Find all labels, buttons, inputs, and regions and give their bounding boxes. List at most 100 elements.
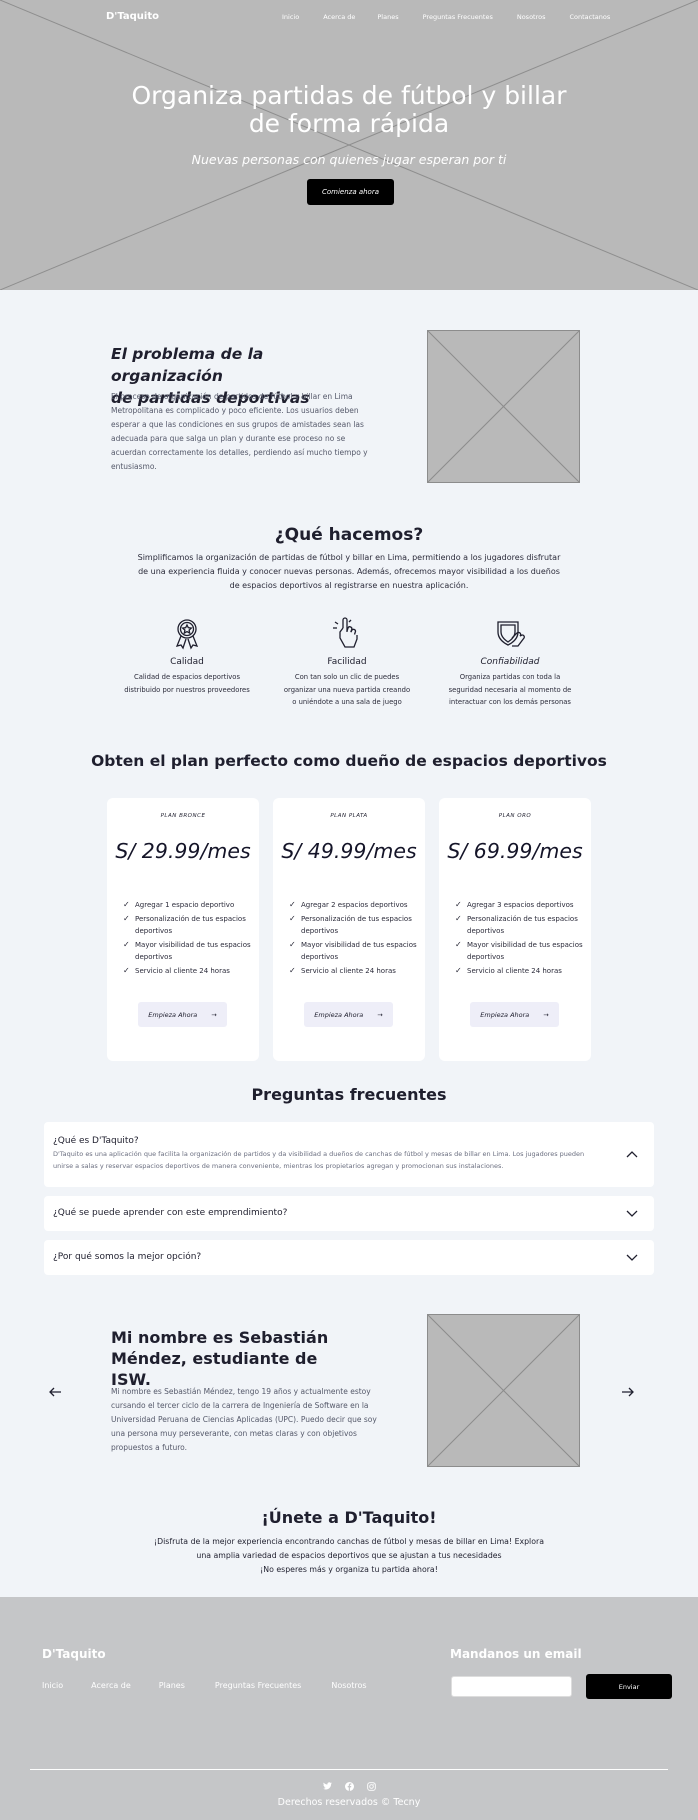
feature-reliability-title: Confiabilidad: [480, 657, 540, 667]
plan-feature: ✓ Personalización de tus espacios deporti…: [455, 913, 578, 936]
what-we-do-title: ¿Qué hacemos?: [274, 525, 424, 545]
join-title: ¡Únete a D'Taquito!: [261, 1508, 437, 1527]
problem-placeholder-image: [427, 330, 580, 483]
email-title: Mandanos un email: [450, 1647, 582, 1661]
check-icon: ✓: [455, 900, 462, 909]
plan-feature: ✓ Servicio al cliente 24 horas: [455, 965, 585, 978]
check-icon: ✓: [123, 913, 130, 923]
nav-link-nosotros[interactable]: Nosotros: [517, 13, 546, 21]
hero-section: D'Taquito Inicio Acerca de Planes Pregun…: [0, 0, 698, 290]
chevron-up-icon[interactable]: [626, 1150, 638, 1158]
bio-text: Mi nombre es Sebastián Méndez, tengo 19 …: [111, 1387, 377, 1452]
faq-item[interactable]: ¿Qué se puede aprender con este emprendi…: [44, 1196, 654, 1231]
what-we-do-text: Simplificamos la organización de partida…: [137, 553, 561, 590]
plan-bronze-start-button[interactable]: Empieza Ahora →: [138, 1002, 227, 1027]
facebook-icon[interactable]: [344, 1781, 354, 1791]
join-text: ¡Disfruta de la mejor experiencia encont…: [130, 1535, 568, 1577]
check-icon: ✓: [289, 900, 296, 909]
plan-feature: ✓ Servicio al cliente 24 horas: [123, 965, 253, 978]
faq-question: ¿Qué es D'Taquito?: [53, 1136, 139, 1146]
nav-link-faq[interactable]: Preguntas Frecuentes: [423, 13, 493, 21]
check-icon: ✓: [455, 939, 462, 949]
faq-item-open[interactable]: ¿Qué es D'Taquito? D'Taquito es una apli…: [44, 1122, 654, 1187]
join-text-line3: ¡No esperes más y organiza tu partida ah…: [260, 1565, 438, 1574]
feature-ease-title: Facilidad: [327, 657, 367, 667]
plan-feature: ✓ Mayor visibilidad de tus espacios depor…: [289, 939, 417, 962]
plan-features: ✓ Agregar 3 espacios deportivos ✓ Personal…: [455, 899, 585, 978]
chevron-down-icon[interactable]: [626, 1210, 638, 1218]
check-icon: ✓: [455, 913, 462, 923]
footer-divider: [30, 1769, 668, 1770]
footer-link-faq[interactable]: Preguntas Frecuentes: [215, 1681, 301, 1690]
social-links: [0, 1781, 698, 1791]
next-arrow-icon[interactable]: [621, 1386, 635, 1398]
plan-features: ✓ Agregar 2 espacios deportivos ✓ Personal…: [289, 899, 419, 978]
plan-price: S/ 49.99/mes: [281, 839, 417, 863]
twitter-icon[interactable]: [322, 1781, 332, 1791]
plan-features: ✓ Agregar 1 espacio deportivo ✓ Personaliz…: [123, 899, 253, 978]
feature-quality-title: Calidad: [170, 657, 204, 667]
nav-link-acerca[interactable]: Acerca de: [323, 13, 355, 21]
feature-ease-text: Con tan solo un clic de puedes organizar…: [283, 673, 411, 706]
arrow-right-icon: →: [543, 1010, 549, 1019]
start-now-button[interactable]: Comienza ahora: [307, 179, 394, 205]
plan-feature: ✓ Agregar 3 espacios deportivos: [455, 899, 585, 912]
tap-hand-icon: [329, 616, 365, 652]
hero-title-line2: de forma rápida: [248, 109, 450, 138]
join-text-line1: ¡Disfruta de la mejor experiencia encont…: [154, 1537, 544, 1546]
footer-link-inicio[interactable]: Inicio: [42, 1681, 63, 1690]
arrow-right-icon: →: [377, 1010, 383, 1019]
send-button[interactable]: Enviar: [586, 1674, 672, 1699]
feature-reliability-text: Organiza partidas con toda la seguridad …: [448, 673, 572, 706]
plan-card-gold: PLAN ORO S/ 69.99/mes ✓ Agregar 3 espacio…: [439, 798, 591, 1061]
footer-link-planes[interactable]: Planes: [159, 1681, 185, 1690]
award-icon: [169, 616, 205, 652]
check-icon: ✓: [289, 965, 296, 975]
chevron-down-icon[interactable]: [626, 1254, 638, 1262]
instagram-icon[interactable]: [366, 1781, 376, 1791]
feature-ease: Facilidad Con tan solo un clic de puedes…: [282, 616, 412, 709]
nav-link-contactanos[interactable]: Contactanos: [570, 13, 611, 21]
plan-feature: ✓ Agregar 2 espacios deportivos: [289, 899, 419, 912]
top-nav: D'Taquito Inicio Acerca de Planes Pregun…: [0, 0, 698, 34]
email-input[interactable]: [451, 1676, 572, 1697]
check-icon: ✓: [123, 900, 130, 909]
plan-silver-start-button[interactable]: Empieza Ahora →: [304, 1002, 393, 1027]
bio-placeholder-image: [427, 1314, 580, 1467]
footer-brand[interactable]: D'Taquito: [42, 1647, 106, 1661]
nav-link-inicio[interactable]: Inicio: [282, 13, 299, 21]
plan-gold-start-button[interactable]: Empieza Ahora →: [470, 1002, 559, 1027]
plan-feature: ✓ Personalización de tus espacios deporti…: [123, 913, 246, 936]
plan-price: S/ 69.99/mes: [447, 839, 583, 863]
plan-feature: ✓ Personalización de tus espacios deporti…: [289, 913, 412, 936]
check-icon: ✓: [455, 965, 462, 975]
faq-answer: D'Taquito es una aplicación que facilita…: [53, 1150, 585, 1170]
hero-placeholder-image: [0, 0, 698, 290]
faq-question: ¿Por qué somos la mejor opción?: [53, 1252, 202, 1262]
bio-title-line1: Mi nombre es Sebastián: [111, 1328, 329, 1347]
footer-link-nosotros[interactable]: Nosotros: [331, 1681, 366, 1690]
hero-subtitle: Nuevas personas con quienes jugar espera…: [191, 152, 507, 167]
plan-name: PLAN BRONCE: [160, 813, 206, 819]
brand-logo[interactable]: D'Taquito: [106, 11, 159, 22]
faq-question: ¿Qué se puede aprender con este emprendi…: [53, 1208, 288, 1218]
check-icon: ✓: [289, 939, 296, 949]
faq-item[interactable]: ¿Por qué somos la mejor opción?: [44, 1240, 654, 1275]
plan-name: PLAN ORO: [498, 813, 532, 819]
nav-link-planes[interactable]: Planes: [377, 13, 398, 21]
prev-arrow-icon[interactable]: [48, 1386, 62, 1398]
feature-reliability: Confiabilidad Organiza partidas con toda…: [445, 616, 575, 709]
problem-text: El proceso de organización de partidos d…: [111, 392, 368, 471]
feature-quality: Calidad Calidad de espacios deportivos d…: [122, 616, 252, 696]
plans-title: Obten el plan perfecto como dueño de esp…: [91, 752, 607, 770]
shield-hand-icon: [492, 616, 528, 652]
plan-feature: ✓ Servicio al cliente 24 horas: [289, 965, 419, 978]
feature-quality-text: Calidad de espacios deportivos distribui…: [124, 673, 250, 694]
plan-price: S/ 29.99/mes: [115, 839, 251, 863]
footer: D'Taquito Inicio Acerca de Planes Pregun…: [0, 1597, 698, 1820]
plan-card-bronze: PLAN BRONCE S/ 29.99/mes ✓ Agregar 1 espa…: [107, 798, 259, 1061]
plan-name: PLAN PLATA: [330, 813, 368, 819]
footer-link-acerca[interactable]: Acerca de: [91, 1681, 131, 1690]
nav-links: Inicio Acerca de Planes Preguntas Frecue…: [282, 13, 610, 21]
faq-title: Preguntas frecuentes: [251, 1085, 447, 1104]
